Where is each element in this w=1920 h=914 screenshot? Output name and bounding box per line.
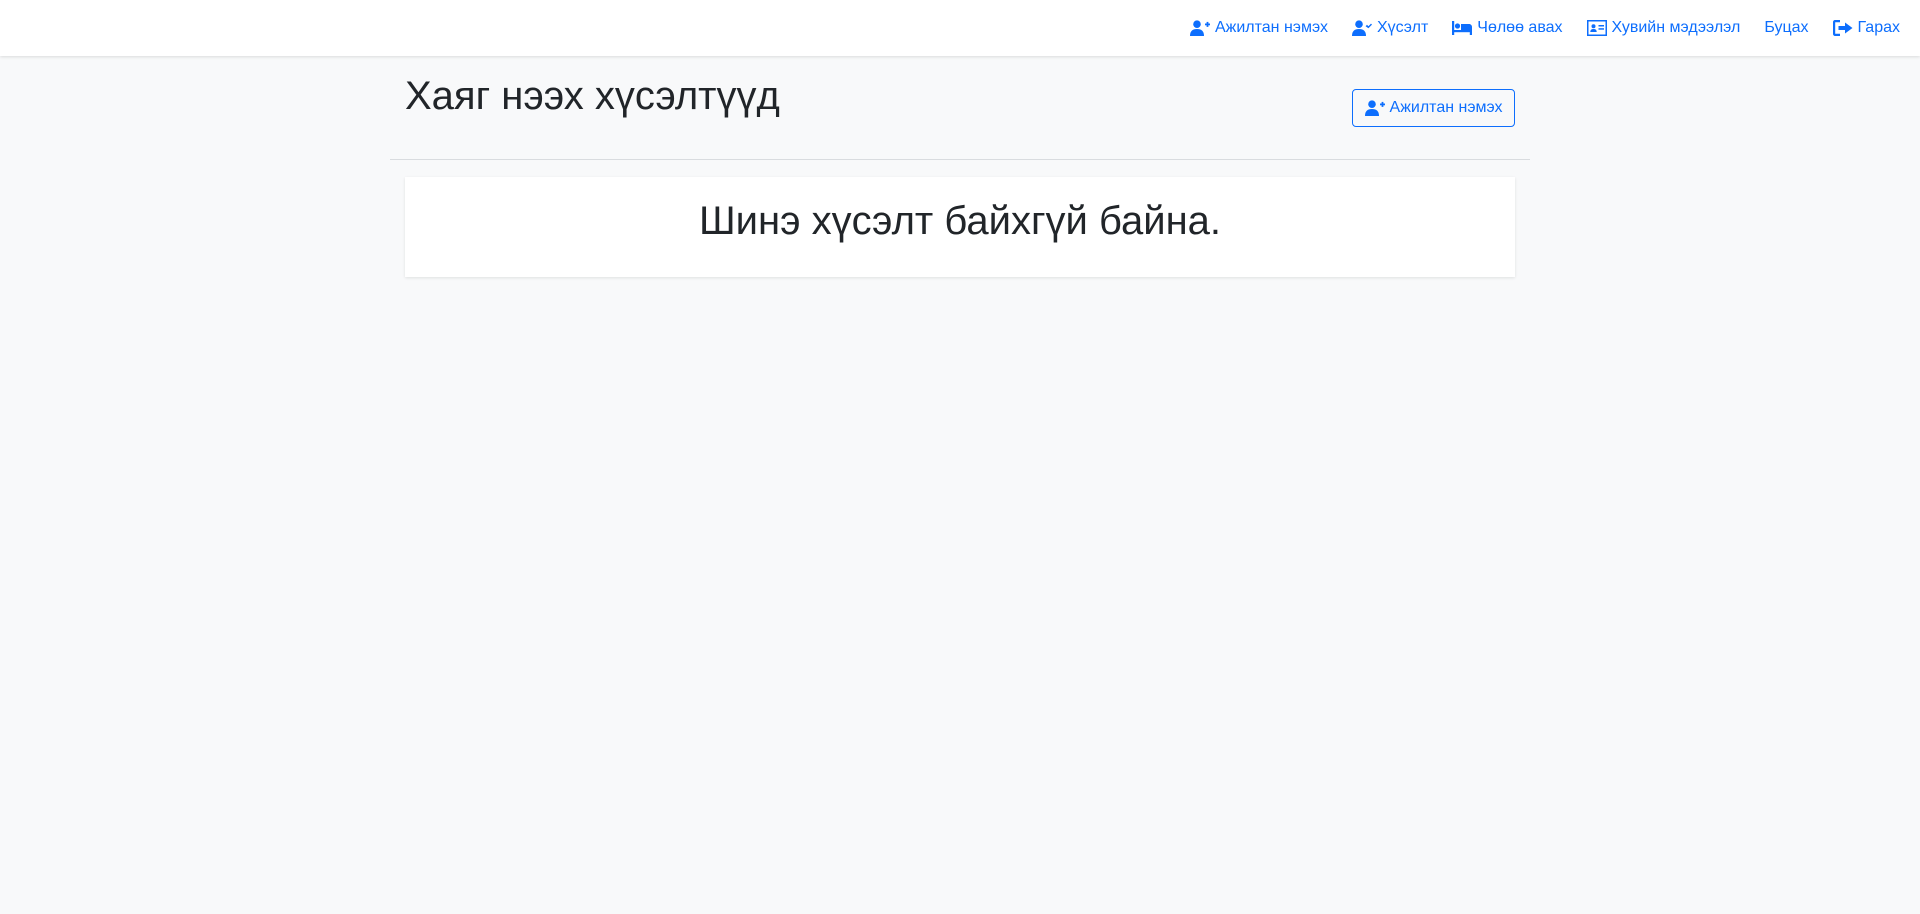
page-title: Хаяг нээх хүсэлтүүд	[405, 74, 780, 118]
nav-personal-info[interactable]: Хувийн мэдээлэл	[1586, 19, 1741, 37]
nav-back[interactable]: Буцах	[1764, 19, 1808, 37]
nav-requests-label: Хүсэлт	[1376, 19, 1429, 36]
nav-add-employee[interactable]: Ажилтан нэмэх	[1189, 19, 1328, 37]
nav-personal-info-label: Хувийн мэдээлэл	[1611, 19, 1741, 36]
sign-out-icon	[1832, 20, 1853, 36]
empty-requests-card: Шинэ хүсэлт байхгүй байна.	[405, 177, 1515, 277]
id-card-icon	[1586, 20, 1607, 36]
add-employee-button-label: Ажилтан нэмэх	[1389, 99, 1503, 116]
empty-message: Шинэ хүсэлт байхгүй байна.	[698, 198, 1222, 243]
nav-take-leave-label: Чөлөө авах	[1477, 19, 1563, 36]
user-plus-icon	[1364, 100, 1385, 116]
nav-take-leave[interactable]: Чөлөө авах	[1452, 19, 1563, 37]
top-navbar: Ажилтан нэмэх Хүсэлт Чөлөө авах Хувийн м…	[0, 0, 1920, 56]
nav-requests[interactable]: Хүсэлт	[1351, 19, 1429, 37]
nav-back-label: Буцах	[1764, 19, 1809, 36]
user-plus-icon	[1189, 20, 1210, 36]
header-divider	[390, 159, 1530, 160]
add-employee-button[interactable]: Ажилтан нэмэх	[1352, 89, 1515, 127]
user-check-icon	[1351, 20, 1372, 36]
bed-icon	[1452, 21, 1473, 35]
nav-add-employee-label: Ажилтан нэмэх	[1214, 19, 1328, 36]
nav-logout[interactable]: Гарах	[1832, 19, 1900, 37]
nav-logout-label: Гарах	[1857, 19, 1900, 36]
